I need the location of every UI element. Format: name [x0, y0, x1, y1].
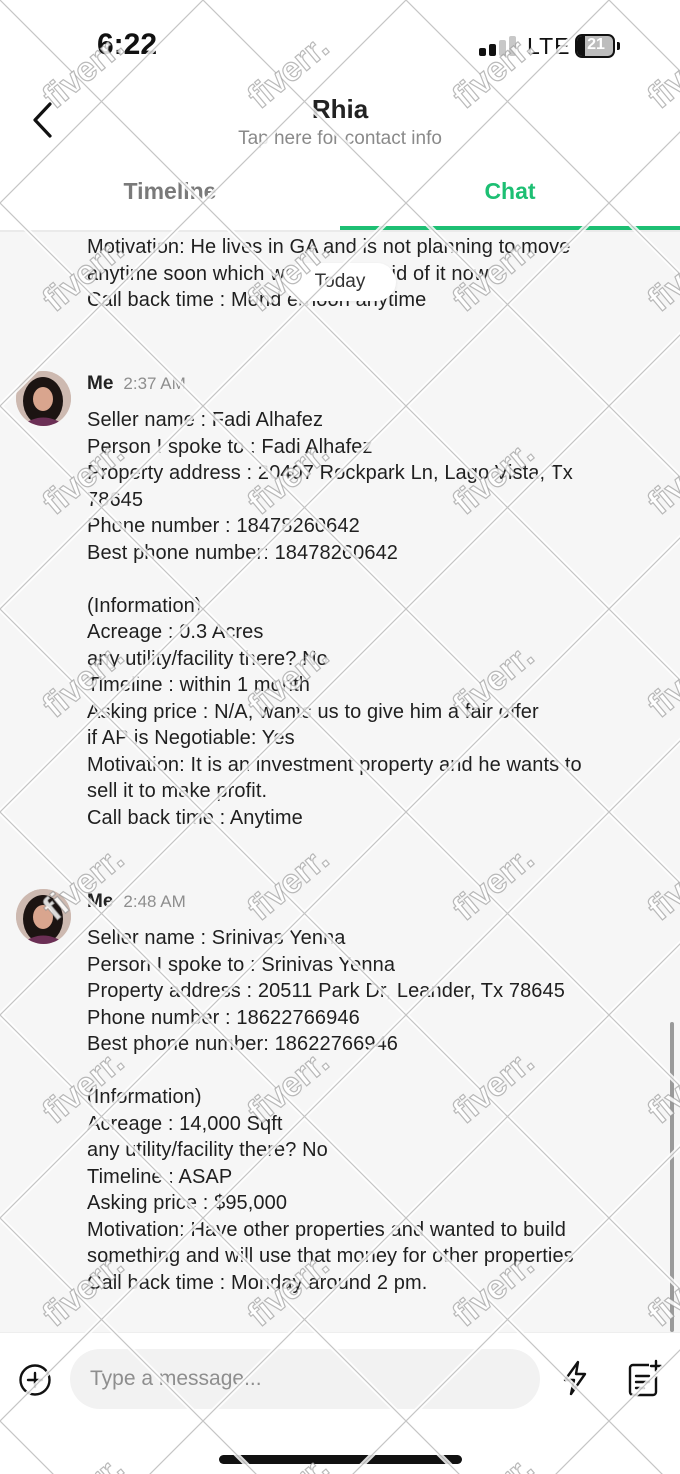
plus-circle-icon: [19, 1364, 51, 1396]
note-plus-icon: [628, 1359, 663, 1397]
tab-chat[interactable]: Chat: [340, 176, 680, 232]
message-body: Seller name : Fadi Alhafez Person I spok…: [87, 409, 582, 829]
attach-button[interactable]: [18, 1363, 52, 1397]
network-type: LTE: [527, 33, 571, 59]
message-body: Seller name : Srinivas Yenna Person I sp…: [87, 927, 574, 1294]
date-divider: Today: [284, 263, 396, 301]
contact-info-link[interactable]: Tap here for contact info: [0, 128, 680, 150]
message-time: 2:48 AM: [123, 892, 186, 911]
scrollbar[interactable]: [670, 1022, 674, 1332]
status-time: 6:22: [97, 28, 158, 61]
avatar-image: [16, 371, 71, 426]
avatar-image: [16, 889, 71, 944]
chat-thread[interactable]: Motivation: He lives in GA and is not pl…: [0, 232, 680, 1332]
tab-timeline[interactable]: Timeline: [0, 176, 340, 232]
battery-level: 21: [587, 36, 605, 53]
contact-name[interactable]: Rhia: [0, 94, 680, 125]
message-time: 2:37 AM: [123, 374, 186, 393]
battery-icon: 21: [575, 34, 620, 58]
message-header: Me 2:37 AM: [87, 373, 186, 395]
message-sender: Me: [87, 891, 114, 912]
message-header: Me 2:48 AM: [87, 891, 186, 913]
chat-header: Rhia Tap here for contact info Timeline …: [0, 80, 680, 232]
lightning-bolt-icon: [563, 1360, 587, 1396]
active-tab-indicator: [340, 226, 680, 230]
avatar[interactable]: [16, 371, 71, 426]
avatar[interactable]: [16, 889, 71, 944]
message-sender: Me: [87, 373, 114, 394]
status-bar: 6:22 LTE 21: [0, 0, 680, 80]
quick-response-button[interactable]: [560, 1360, 590, 1396]
home-indicator: [219, 1455, 462, 1464]
create-offer-button[interactable]: [627, 1359, 663, 1397]
signal-icon: [479, 36, 517, 56]
message-input[interactable]: [70, 1349, 540, 1409]
message-composer: [0, 1332, 680, 1474]
